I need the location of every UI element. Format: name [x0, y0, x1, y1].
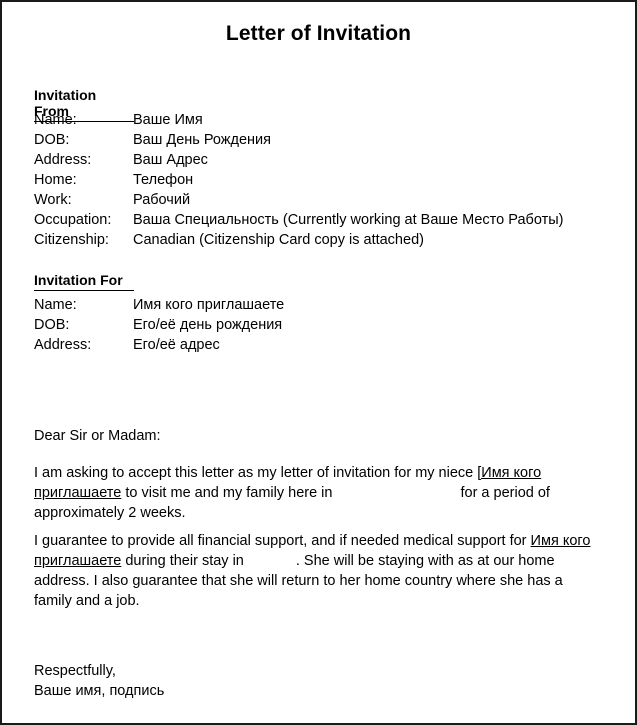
field-row: DOB: Его/её день рождения: [34, 315, 284, 335]
field-label: Home:: [34, 172, 77, 188]
letter-closing: Respectfully, Ваше имя, подпись: [34, 661, 602, 701]
field-row: Name: Имя кого приглашаете: [34, 295, 284, 315]
field-value: Ваш День Рождения: [133, 132, 271, 148]
field-label: Name:: [34, 297, 77, 313]
field-label: Name:: [34, 112, 77, 128]
field-value: Телефон: [133, 172, 194, 188]
paragraph-2-text-part-2: during their stay in: [121, 553, 244, 569]
letter-document-page: Letter of Invitation Invitation From Nam…: [0, 0, 637, 725]
field-label: Occupation:: [34, 212, 112, 228]
field-label: Address:: [34, 152, 92, 168]
field-row: Occupation: Ваша Специальность (Currentl…: [34, 210, 563, 230]
field-row: Citizenship: Canadian (Citizenship Card …: [34, 230, 563, 250]
field-row: Address: Его/её адрес: [34, 335, 284, 355]
paragraph-1-text-part-1: I am asking to accept this letter as my …: [34, 465, 478, 481]
document-content-area: Letter of Invitation Invitation From Nam…: [32, 2, 605, 723]
field-value: Ваш Адрес: [133, 152, 208, 168]
paragraph-1-text-part-2: to visit me and my family here in: [121, 485, 333, 501]
letter-paragraph-2: I guarantee to provide all financial sup…: [34, 531, 602, 611]
invitation-for-field-list: Name: Имя кого приглашаете DOB: Его/её д…: [34, 295, 284, 355]
section-heading-invitation-for: Invitation For: [34, 272, 134, 291]
field-value: Ваша Специальность (Currently working at…: [133, 212, 564, 228]
page-title: Letter of Invitation: [225, 22, 412, 45]
signature-line: Ваше имя, подпись: [34, 683, 165, 699]
field-value: Имя кого приглашаете: [133, 297, 285, 313]
field-label: Address:: [34, 337, 92, 353]
field-value: Его/её день рождения: [133, 317, 283, 333]
field-row: Address: Ваш Адрес: [34, 150, 563, 170]
field-row: Name: Ваше Имя: [34, 110, 563, 130]
closing-salutation: Respectfully,: [34, 663, 116, 679]
field-value: Canadian (Citizenship Card copy is attac…: [133, 232, 424, 248]
field-label: DOB:: [34, 132, 70, 148]
field-value: Рабочий: [133, 192, 191, 208]
field-label: Work:: [34, 192, 72, 208]
invitation-from-field-list: Name: Ваше Имя DOB: Ваш День Рождения Ad…: [34, 110, 563, 250]
field-row: DOB: Ваш День Рождения: [34, 130, 563, 150]
field-value: Ваше Имя: [133, 112, 203, 128]
field-label: Citizenship:: [34, 232, 109, 248]
field-label: DOB:: [34, 317, 70, 333]
paragraph-2-text-part-1: I guarantee to provide all financial sup…: [34, 533, 531, 549]
field-row: Work: Рабочий: [34, 190, 563, 210]
field-row: Home: Телефон: [34, 170, 563, 190]
letter-paragraph-1: I am asking to accept this letter as my …: [34, 463, 602, 523]
field-value: Его/её адрес: [133, 337, 220, 353]
letter-salutation: Dear Sir or Madam:: [34, 428, 161, 444]
